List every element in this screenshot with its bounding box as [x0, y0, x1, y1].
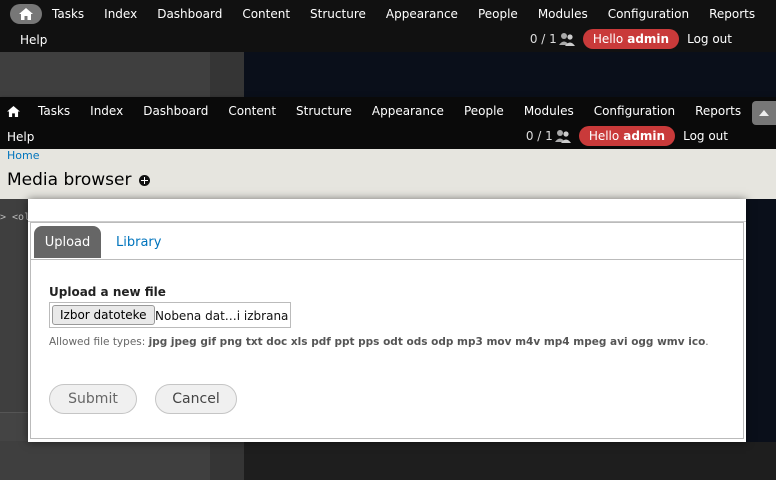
allowed-types: Allowed file types: jpg jpeg gif png txt… [49, 336, 709, 348]
upload-form: Upload a new file Izbor datoteke Nobena … [31, 260, 743, 438]
toolbar-nav-dashboard[interactable]: Dashboard [135, 104, 216, 118]
nav-item-modules[interactable]: Modules [530, 7, 596, 21]
home-icon [19, 8, 33, 20]
nav-item-reports[interactable]: Reports [701, 7, 763, 21]
plus-icon [141, 177, 148, 184]
hello-badge[interactable]: Hello admin [582, 29, 680, 49]
no-file-text: Nobena dat…i izbrana [155, 309, 289, 323]
hello-prefix: Hello [592, 32, 624, 46]
toolbar-nav-tasks[interactable]: Tasks [30, 104, 78, 118]
nav-item-tasks[interactable]: Tasks [44, 7, 92, 21]
user-counter-text: 0 / 1 [529, 32, 557, 46]
toolbar-nav-structure[interactable]: Structure [288, 104, 360, 118]
upload-label: Upload a new file [49, 285, 166, 299]
toolbar-nav-modules[interactable]: Modules [516, 104, 582, 118]
nav-item-people[interactable]: People [470, 7, 526, 21]
breadcrumb-home[interactable]: Home [7, 149, 39, 162]
page-title: Media browser [7, 170, 132, 190]
tab-bar: Upload Library [31, 223, 743, 260]
nav-item-configuration[interactable]: Configuration [600, 7, 697, 21]
home-icon [6, 105, 20, 117]
toolbar-help-link[interactable]: Help [7, 130, 34, 144]
tab-library[interactable]: Library [111, 226, 166, 258]
triangle-up-icon [759, 110, 769, 116]
toolbar-user-counter-text: 0 / 1 [525, 129, 553, 143]
users-icon [554, 130, 571, 143]
toolbar-nav-appearance[interactable]: Appearance [364, 104, 452, 118]
dialog-top-strip [28, 199, 746, 222]
page-header: Home Media browser [0, 149, 776, 199]
toolbar-hello-username: admin [623, 129, 666, 143]
user-counter: 0 / 1 [530, 32, 575, 46]
toolbar-hello-prefix: Hello [588, 129, 620, 143]
tab-upload-label: Upload [44, 234, 91, 250]
toolbar-nav-reports[interactable]: Reports [687, 104, 749, 118]
toolbar-collapse-button[interactable] [752, 101, 776, 125]
nav-item-dashboard[interactable]: Dashboard [149, 7, 230, 21]
hello-username: admin [627, 32, 670, 46]
allowed-prefix: Allowed file types: [49, 336, 146, 348]
nav-item-index[interactable]: Index [96, 7, 145, 21]
media-browser-dialog: Upload Library Upload a new file Izbor d… [28, 199, 746, 442]
side-snippet: > <ol> [0, 212, 28, 223]
users-icon [558, 33, 575, 46]
toolbar-home-button[interactable] [6, 101, 20, 121]
toolbar-nav-configuration[interactable]: Configuration [586, 104, 683, 118]
add-shortcut-button[interactable] [139, 175, 150, 186]
tab-upload[interactable]: Upload [34, 226, 101, 258]
toolbar-user-counter: 0 / 1 [526, 129, 571, 143]
nav-item-appearance[interactable]: Appearance [378, 7, 466, 21]
admin-toolbar: Tasks Index Dashboard Content Structure … [0, 97, 776, 149]
home-button[interactable] [10, 4, 42, 24]
toolbar-nav-people[interactable]: People [456, 104, 512, 118]
toolbar-hello-badge[interactable]: Hello admin [578, 126, 676, 146]
background-toolbar: Tasks Index Dashboard Content Structure … [0, 0, 776, 52]
submit-button[interactable]: Submit [49, 384, 137, 414]
toolbar-nav-index[interactable]: Index [82, 104, 131, 118]
help-link[interactable]: Help [20, 33, 47, 47]
cancel-button[interactable]: Cancel [155, 384, 237, 414]
background-bottom-right [244, 442, 776, 480]
allowed-types-list: jpg jpeg gif png txt doc xls pdf ppt pps… [148, 336, 706, 348]
logout-link[interactable]: Log out [687, 32, 732, 46]
nav-item-structure[interactable]: Structure [302, 7, 374, 21]
tab-library-label: Library [116, 234, 162, 250]
choose-file-button[interactable]: Izbor datoteke [52, 305, 155, 325]
toolbar-logout-link[interactable]: Log out [683, 129, 728, 143]
file-input[interactable]: Izbor datoteke Nobena dat…i izbrana [49, 302, 291, 328]
dialog-body: Upload Library Upload a new file Izbor d… [30, 222, 744, 439]
toolbar-nav-content[interactable]: Content [220, 104, 284, 118]
nav-item-content[interactable]: Content [234, 7, 298, 21]
